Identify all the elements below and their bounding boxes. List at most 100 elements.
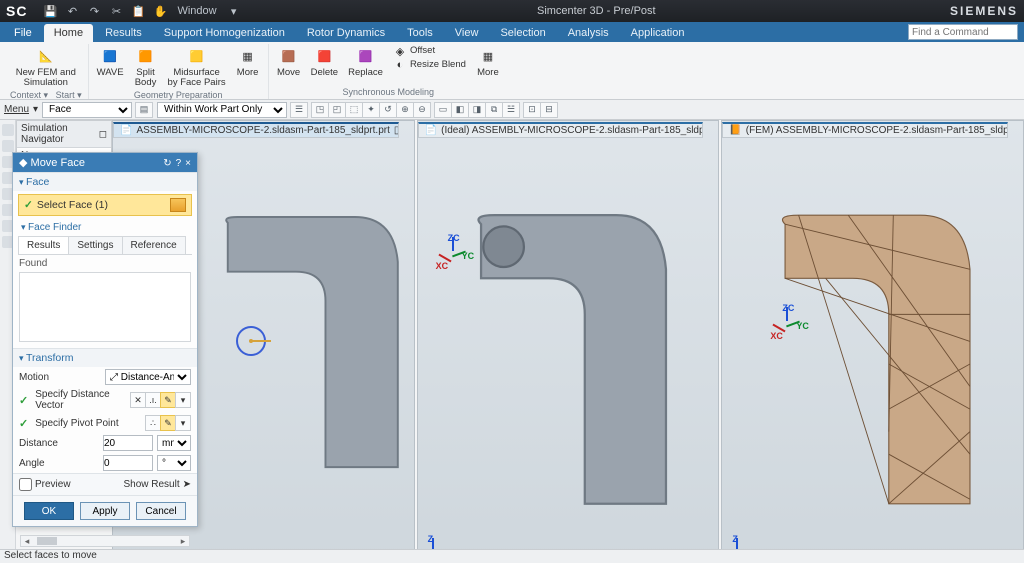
- distance-input[interactable]: [103, 435, 153, 451]
- more-icon: ▦: [236, 45, 260, 67]
- horizontal-scrollbar[interactable]: ◂▸: [20, 535, 190, 547]
- selection-scope-select[interactable]: Within Work Part Only: [157, 102, 287, 118]
- tab-home[interactable]: Home: [44, 24, 93, 42]
- viewport-1-tab[interactable]: 📄ASSEMBLY-MICROSCOPE-2.sldasm-Part-185_s…: [113, 122, 399, 138]
- tab-results[interactable]: Results: [95, 24, 152, 42]
- sync-more-button[interactable]: ▦More: [474, 44, 502, 79]
- sel-tool-9[interactable]: ◧: [451, 102, 469, 118]
- tab-rotor-dynamics[interactable]: Rotor Dynamics: [297, 24, 395, 42]
- touch-icon[interactable]: ✋: [151, 3, 169, 19]
- move-button[interactable]: 🟫Move: [275, 44, 303, 79]
- move-icon: 🟫: [277, 45, 301, 67]
- delete-button[interactable]: 🟥Delete: [309, 44, 340, 79]
- tab-file[interactable]: File: [4, 24, 42, 42]
- select-face-row[interactable]: ✓Select Face (1): [18, 194, 192, 216]
- scroll-thumb[interactable]: [37, 537, 57, 545]
- sel-tool-6[interactable]: ⊕: [396, 102, 414, 118]
- tab-reference[interactable]: Reference: [122, 236, 186, 254]
- found-listbox[interactable]: [19, 272, 191, 342]
- scroll-right-icon[interactable]: ▸: [177, 536, 189, 547]
- command-search-input[interactable]: [908, 24, 1018, 40]
- redo-icon[interactable]: ↷: [85, 3, 103, 19]
- viewport-3-tab[interactable]: 📙(FEM) ASSEMBLY-MICROSCOPE-2.sldasm-Part…: [722, 122, 1008, 138]
- viewport-2[interactable]: 📄(Ideal) ASSEMBLY-MICROSCOPE-2.sldasm-Pa…: [417, 120, 720, 563]
- cut-icon[interactable]: ✂: [107, 3, 125, 19]
- sel-tool-7[interactable]: ⊖: [413, 102, 431, 118]
- title-bar: SC 💾 ↶ ↷ ✂ 📋 ✋ Window ▾ Simcenter 3D - P…: [0, 0, 1024, 22]
- sel-tool-11[interactable]: ⧉: [485, 102, 503, 118]
- sel-tool-8[interactable]: ▭: [434, 102, 452, 118]
- midsurface-button[interactable]: 🟨Midsurface by Face Pairs: [166, 44, 228, 89]
- new-fem-sim-button[interactable]: 📐New FEM and Simulation: [14, 44, 78, 89]
- sel-tool-14[interactable]: ⊟: [540, 102, 558, 118]
- viewport-3[interactable]: 📙(FEM) ASSEMBLY-MICROSCOPE-2.sldasm-Part…: [721, 120, 1024, 563]
- filter-icon[interactable]: ▤: [135, 102, 153, 118]
- brand-label: SIEMENS: [950, 4, 1018, 18]
- menu-button[interactable]: Menu: [4, 104, 29, 115]
- lt-2[interactable]: [2, 140, 14, 152]
- cancel-button[interactable]: Cancel: [136, 502, 186, 520]
- sel-tool-4[interactable]: ✦: [362, 102, 380, 118]
- close-icon[interactable]: ×: [185, 158, 191, 169]
- sel-tool-3[interactable]: ⬚: [345, 102, 363, 118]
- sel-tool-5[interactable]: ↺: [379, 102, 397, 118]
- lt-1[interactable]: [2, 124, 14, 136]
- window-menu[interactable]: Window: [173, 3, 220, 19]
- dropdown-icon[interactable]: ▾: [225, 3, 243, 19]
- geometry-more-button[interactable]: ▦More: [234, 44, 262, 79]
- split-body-button[interactable]: 🟧Split Body: [132, 44, 160, 89]
- resize-blend-button[interactable]: ◐Resize Blend: [391, 58, 468, 72]
- undo-icon[interactable]: ↶: [63, 3, 81, 19]
- dialog-titlebar[interactable]: ◆ Move Face ↻?×: [13, 153, 197, 172]
- save-icon[interactable]: 💾: [41, 3, 59, 19]
- sel-tool-13[interactable]: ⊡: [523, 102, 541, 118]
- preview-checkbox[interactable]: Preview: [19, 478, 71, 491]
- motion-label: Motion: [19, 372, 101, 383]
- scope-icon[interactable]: ☰: [290, 102, 308, 118]
- distance-unit-select[interactable]: mm: [157, 435, 191, 451]
- scroll-left-icon[interactable]: ◂: [21, 536, 33, 547]
- pin-icon[interactable]: ◻: [99, 129, 107, 140]
- angle-unit-select[interactable]: °: [157, 455, 191, 471]
- tab-view[interactable]: View: [445, 24, 489, 42]
- tab-application[interactable]: Application: [621, 24, 695, 42]
- angle-input[interactable]: [103, 455, 153, 471]
- wave-icon: 🟦: [98, 45, 122, 67]
- tab-results[interactable]: Results: [18, 236, 69, 254]
- face-section-header[interactable]: Face: [13, 173, 197, 191]
- wave-button[interactable]: 🟦WAVE: [95, 44, 126, 79]
- selection-filter-select[interactable]: Face: [42, 102, 132, 118]
- vec-picker-button[interactable]: ✎: [160, 392, 176, 408]
- pivot-picker-button[interactable]: ✎: [160, 415, 176, 431]
- mesh-silhouette: [758, 192, 984, 536]
- tab-pin-icon[interactable]: ▯: [394, 125, 399, 136]
- vec-x-button[interactable]: ✕: [130, 392, 146, 408]
- vec-i-button[interactable]: .ı.: [145, 392, 161, 408]
- sel-tool-12[interactable]: ☱: [502, 102, 520, 118]
- copy-icon[interactable]: 📋: [129, 3, 147, 19]
- offset-button[interactable]: ◈Offset: [391, 44, 468, 58]
- sel-tool-2[interactable]: ◰: [328, 102, 346, 118]
- face-finder-header[interactable]: Face Finder: [13, 219, 197, 236]
- vec-dropdown[interactable]: ▾: [175, 392, 191, 408]
- reset-icon[interactable]: ↻: [163, 158, 171, 169]
- viewport-2-tab[interactable]: 📄(Ideal) ASSEMBLY-MICROSCOPE-2.sldasm-Pa…: [418, 122, 704, 138]
- ok-button[interactable]: OK: [24, 502, 74, 520]
- pivot-dropdown[interactable]: ▾: [175, 415, 191, 431]
- help-icon[interactable]: ?: [176, 158, 182, 169]
- sel-tool-10[interactable]: ◨: [468, 102, 486, 118]
- chevron-down-icon[interactable]: ▾: [33, 104, 38, 115]
- tab-settings[interactable]: Settings: [68, 236, 122, 254]
- sel-tool-1[interactable]: ◳: [311, 102, 329, 118]
- tab-tools[interactable]: Tools: [397, 24, 443, 42]
- tab-analysis[interactable]: Analysis: [558, 24, 619, 42]
- tab-selection[interactable]: Selection: [490, 24, 555, 42]
- apply-button[interactable]: Apply: [80, 502, 130, 520]
- show-result-button[interactable]: Show Result ➤: [123, 479, 191, 490]
- transform-section-header[interactable]: Transform: [13, 349, 197, 367]
- move-manipulator[interactable]: [231, 321, 271, 361]
- tab-support-homogenization[interactable]: Support Homogenization: [154, 24, 295, 42]
- pivot-point-button[interactable]: ∴: [145, 415, 161, 431]
- replace-button[interactable]: 🟪Replace: [346, 44, 385, 79]
- motion-select[interactable]: ⤢ Distance-Angle: [105, 369, 191, 385]
